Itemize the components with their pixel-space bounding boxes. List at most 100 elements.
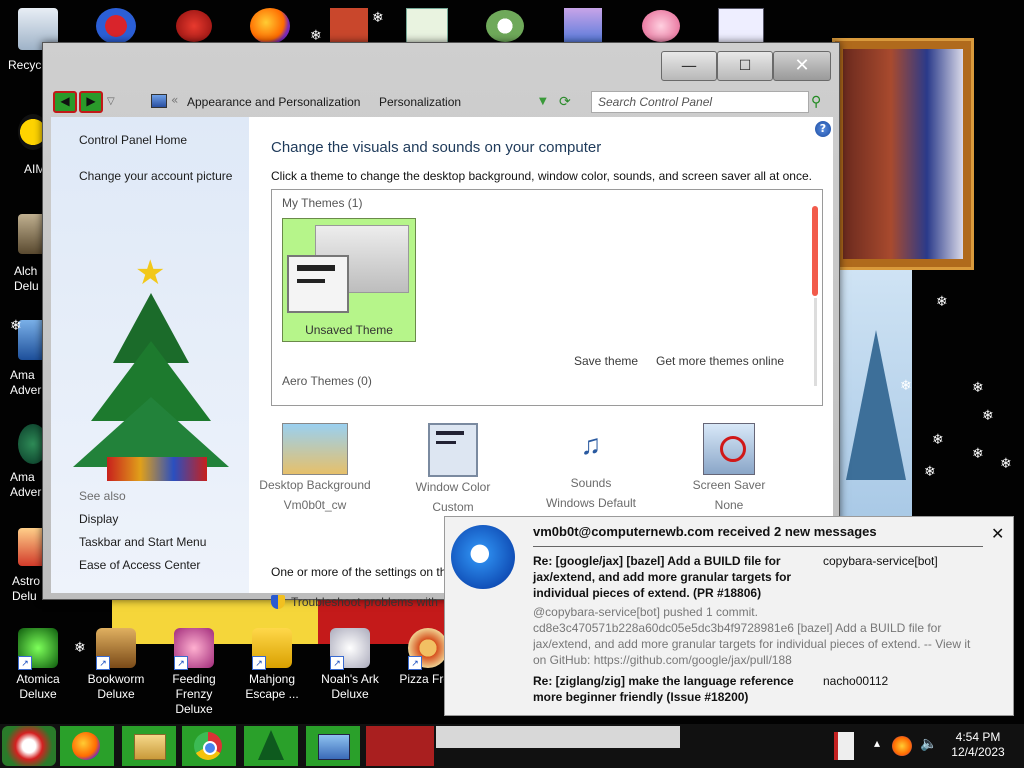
troubleshoot-link[interactable]: Troubleshoot problems with	[291, 595, 438, 609]
bookworm-icon: ↗	[96, 628, 136, 670]
bookworm-shortcut[interactable]: ↗ Bookworm Deluxe	[80, 628, 152, 702]
atomica-label: Atomica Deluxe	[16, 672, 60, 701]
atomica-shortcut[interactable]: ↗ Atomica Deluxe	[2, 628, 74, 702]
feeding-frenzy-shortcut[interactable]: ↗ Feeding Frenzy Deluxe	[158, 628, 230, 717]
window-color-setting[interactable]: Window Color Custom	[393, 423, 513, 517]
page-subtitle: Click a theme to change the desktop back…	[271, 169, 812, 183]
sounds-title: Sounds	[570, 476, 612, 490]
star-icon: ★	[135, 253, 166, 293]
noahs-ark-icon: ↗	[330, 628, 370, 670]
desktop-background-value: Vm0b0t_cw	[283, 498, 347, 512]
sidebar-control-panel-home[interactable]: Control Panel Home	[79, 133, 187, 147]
address-dropdown-icon[interactable]: ▼	[539, 91, 551, 113]
desktop-background-icon	[282, 423, 348, 475]
notification-divider	[533, 546, 983, 547]
top-app-icon[interactable]	[96, 8, 136, 44]
desktop-background-title: Desktop Background	[259, 478, 371, 492]
start-button[interactable]	[2, 726, 56, 766]
notification-close-button[interactable]: ✕	[991, 524, 1004, 543]
theme-scrollbar-track[interactable]	[814, 298, 817, 386]
top-app-icon[interactable]	[718, 8, 764, 44]
sounds-icon: ♫	[580, 429, 602, 460]
taskbar-window-button[interactable]	[366, 726, 434, 766]
atomica-icon: ↗	[18, 628, 58, 670]
sounds-setting[interactable]: ♫ Sounds Windows Default	[531, 423, 651, 513]
window-color-title: Window Color	[415, 480, 491, 494]
top-app-icon[interactable]	[406, 8, 448, 44]
snowflake-icon: ❄	[924, 464, 936, 480]
close-button[interactable]: ✕	[773, 51, 831, 81]
top-app-icon[interactable]	[330, 8, 368, 42]
mail-notification[interactable]: vm0b0t@computernewb.com received 2 new m…	[444, 516, 1014, 716]
search-input[interactable]: Search Control Panel	[598, 95, 712, 109]
help-icon[interactable]: ?	[815, 121, 831, 137]
snowflake-icon: ❄	[1000, 456, 1012, 472]
breadcrumb-personalization[interactable]: Personalization	[379, 95, 461, 109]
volume-icon[interactable]: 🔈	[920, 736, 937, 752]
firefox-icon[interactable]	[250, 8, 290, 44]
clock[interactable]: 4:54 PM 12/4/2023	[946, 730, 1010, 760]
clock-time: 4:54 PM	[955, 730, 1001, 744]
window-color-value: Custom	[432, 500, 474, 514]
screen-saver-setting[interactable]: Screen Saver None	[669, 423, 789, 515]
back-button[interactable]: ◀	[53, 91, 77, 113]
sidebar-display[interactable]: Display	[79, 512, 118, 526]
tray-thunderbird-icon[interactable]	[892, 736, 912, 756]
search-box[interactable]: Search Control Panel	[591, 91, 809, 113]
screen-saver-title: Screen Saver	[692, 478, 766, 492]
history-dropdown-icon[interactable]: ▽	[107, 91, 121, 113]
address-bar[interactable]: « Appearance and Personalization Persona…	[143, 91, 557, 113]
feeding-frenzy-icon: ↗	[174, 628, 214, 670]
tray-chevron-icon[interactable]: ▴	[874, 736, 880, 750]
recycle-bin-label: Recyc	[8, 58, 42, 72]
top-app-icon[interactable]	[486, 10, 524, 42]
top-app-icon[interactable]	[564, 8, 602, 42]
save-theme-link[interactable]: Save theme	[574, 354, 638, 368]
get-more-themes-link[interactable]: Get more themes online	[656, 354, 784, 368]
snowflake-icon: ❄	[10, 318, 22, 334]
message-2-subject[interactable]: Re: [ziglang/zig] make the language refe…	[533, 673, 803, 705]
sidebar-ease-of-access[interactable]: Ease of Access Center	[79, 558, 200, 572]
minimize-button[interactable]: —	[661, 51, 717, 81]
theme-window-preview	[287, 255, 349, 313]
breadcrumb-appearance[interactable]: Appearance and Personalization	[187, 95, 360, 109]
noahs-ark-label: Noah's Ark Deluxe	[321, 672, 379, 701]
search-icon[interactable]: ⚲	[811, 91, 827, 113]
bookworm-label: Bookworm Deluxe	[87, 672, 145, 701]
taskbar-control-panel-icon[interactable]	[306, 726, 360, 766]
unsaved-theme-tile[interactable]: Unsaved Theme	[282, 218, 416, 342]
message-1-subject[interactable]: Re: [google/jax] [bazel] Add a BUILD fil…	[533, 553, 803, 601]
sidebar-taskbar-start-menu[interactable]: Taskbar and Start Menu	[79, 535, 206, 549]
sidebar: Control Panel Home Change your account p…	[51, 117, 249, 593]
amazing-adventures-label: Ama Adver	[10, 368, 42, 397]
sidebar-change-account-picture[interactable]: Change your account picture	[79, 169, 232, 183]
taskbar-firefox-icon[interactable]	[60, 726, 114, 766]
settings-warning: One or more of the settings on th	[271, 565, 447, 579]
taskbar-chrome-icon[interactable]	[182, 726, 236, 766]
page-title: Change the visuals and sounds on your co…	[271, 139, 602, 156]
my-themes-heading: My Themes (1)	[282, 196, 363, 210]
snowflake-icon: ❄	[972, 380, 984, 396]
taskbar-window-button[interactable]	[436, 726, 680, 748]
aero-themes-heading: Aero Themes (0)	[282, 374, 372, 388]
noahs-ark-shortcut[interactable]: ↗ Noah's Ark Deluxe	[314, 628, 386, 702]
alchemy-label: Alch Delu	[14, 264, 39, 293]
theme-scrollbar[interactable]	[812, 206, 818, 296]
astro-label: Astro Delu	[12, 574, 41, 603]
taskbar-explorer-icon[interactable]	[122, 726, 176, 766]
mahjong-icon: ↗	[252, 628, 292, 670]
tray-flag-icon[interactable]	[834, 732, 854, 760]
forward-button[interactable]: ▶	[79, 91, 103, 113]
taskbar-tree-icon[interactable]	[244, 726, 298, 766]
clock-date: 12/4/2023	[951, 745, 1005, 759]
top-app-icon[interactable]	[642, 10, 680, 42]
maximize-button[interactable]: ☐	[717, 51, 773, 81]
top-app-icon[interactable]	[176, 10, 212, 42]
desktop-background-setting[interactable]: Desktop Background Vm0b0t_cw	[255, 423, 375, 515]
mahjong-shortcut[interactable]: ↗ Mahjong Escape ...	[236, 628, 308, 702]
mahjong-label: Mahjong Escape ...	[245, 672, 299, 701]
screen-saver-value: None	[714, 498, 744, 512]
notification-title: vm0b0t@computernewb.com received 2 new m…	[533, 524, 877, 539]
shield-icon	[271, 595, 285, 609]
refresh-icon[interactable]: ⟳	[559, 91, 575, 113]
